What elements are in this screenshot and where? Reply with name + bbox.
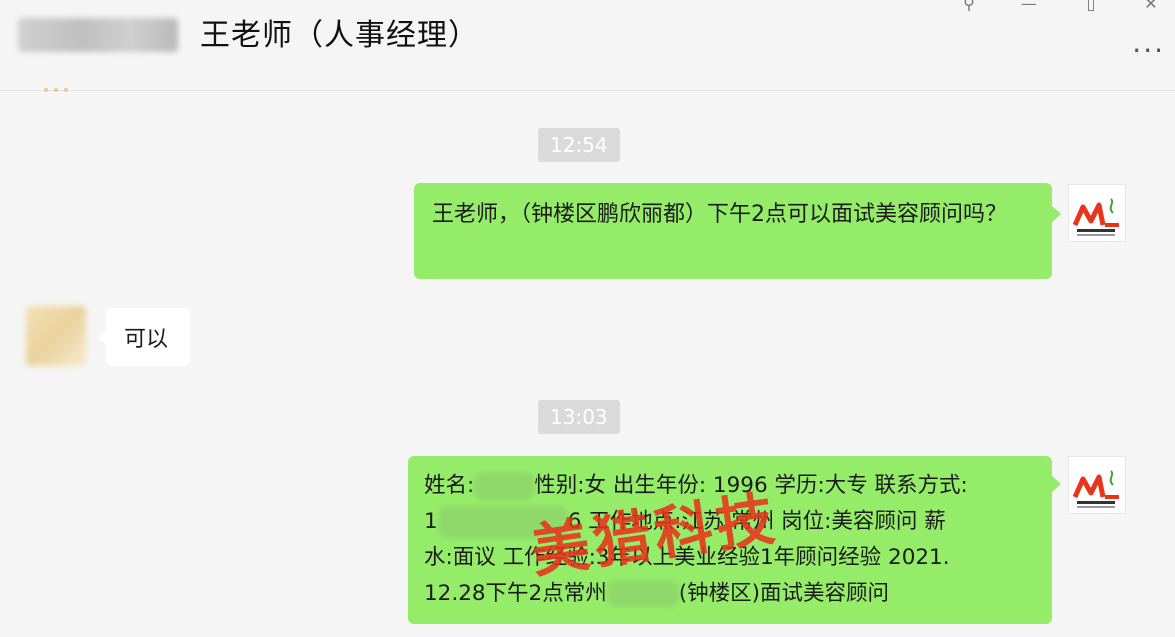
redacted-contact-name xyxy=(18,18,178,52)
redacted-text xyxy=(606,581,679,607)
sent-message[interactable]: 王老师，（钟楼区鹏欣丽都）下午2点可以面试美容顾问吗？ xyxy=(414,183,1052,279)
pin-icon[interactable]: ⚲ xyxy=(954,0,984,14)
message-line: 水:面议 工作经验:3年以上美业经验1年顾问经验 2021. xyxy=(424,545,950,570)
redacted-text xyxy=(437,506,568,538)
more-icon[interactable]: ··· xyxy=(1132,34,1165,67)
decorative-dots xyxy=(44,88,68,92)
message-line: 12.28下午2点常州 (钟楼区)面试美容顾问 xyxy=(424,581,890,607)
minimize-button[interactable]: — xyxy=(1014,0,1044,14)
ml-logo-icon[interactable] xyxy=(1068,184,1126,242)
maximize-button[interactable]: ▯ xyxy=(1076,0,1106,14)
chat-title: 王老师（人事经理） xyxy=(200,18,479,53)
bubble-tail xyxy=(1052,206,1061,222)
close-button[interactable]: ✕ xyxy=(1136,0,1166,14)
chat-header: 王老师（人事经理） ⚲ — ▯ ✕ ··· xyxy=(0,0,1175,91)
timestamp: 13:03 xyxy=(538,400,620,434)
bubble-tail xyxy=(1052,476,1061,492)
message-line: 姓名: 性别:女 出生年份: 1996 学历:大专 联系方式: xyxy=(424,472,968,500)
timestamp: 12:54 xyxy=(538,128,620,162)
redacted-text xyxy=(474,472,535,500)
contact-avatar[interactable] xyxy=(26,306,86,366)
message-text: 可以 xyxy=(124,327,169,352)
message-text: 王老师，（钟楼区鹏欣丽都）下午2点可以面试美容顾问吗？ xyxy=(432,202,1007,227)
ml-logo-icon[interactable] xyxy=(1068,456,1126,514)
message-line: 16 工作地点:江苏 常州 岗位:美容顾问 薪 xyxy=(424,504,1036,540)
received-message[interactable]: 可以 xyxy=(106,308,190,366)
sent-message-resume[interactable]: 姓名: 性别:女 出生年份: 1996 学历:大专 联系方式: 16 工作地点:江… xyxy=(408,456,1052,624)
